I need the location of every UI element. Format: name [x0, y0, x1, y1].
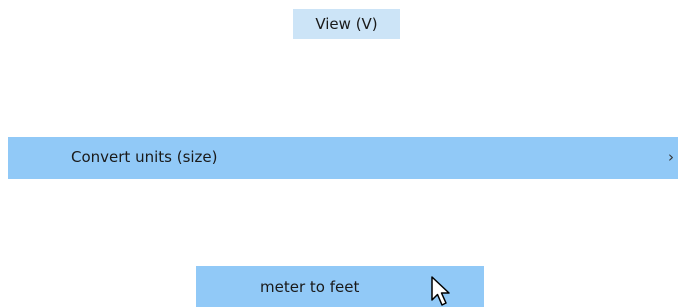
menu-item-convert-units[interactable]: Convert units (size) › [8, 137, 678, 179]
menu-item-convert-units-label: Convert units (size) [71, 148, 218, 166]
chevron-right-icon: › [668, 148, 674, 166]
menu-view[interactable]: View (V) [293, 9, 400, 39]
menu-view-label: View (V) [315, 15, 378, 33]
arrow-pointer-icon [431, 276, 450, 306]
menu-item-meter-to-feet-label: meter to feet [260, 278, 360, 296]
